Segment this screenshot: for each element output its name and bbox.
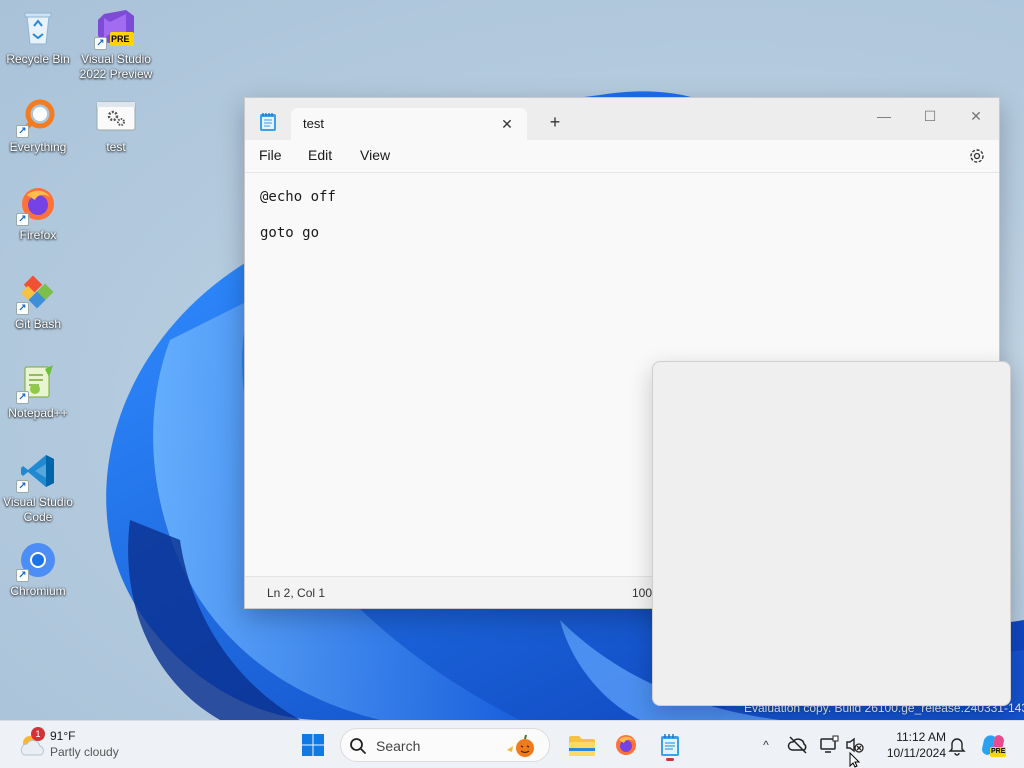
desktop-icon-label: Firefox [19,228,57,242]
weather-temperature: 91°F [50,729,76,743]
shortcut-arrow-icon: ↗ [16,480,29,493]
gear-icon[interactable] [967,146,987,166]
everything-search-icon: ↗ [16,96,58,138]
notepad-plus-plus-icon: ↗ [16,362,58,404]
editor-line: @echo off [260,189,336,205]
desktop-icon-label: Recycle Bin [6,52,70,66]
shortcut-arrow-icon: ↗ [16,125,29,138]
shortcut-arrow-icon: ↗ [16,569,29,582]
firefox-icon: ↗ [16,184,58,226]
copilot-icon[interactable]: PRE [980,732,1006,758]
maximize-button[interactable]: ☐ [907,102,953,130]
tab-title: test [303,116,324,131]
desktop-icon-firefox[interactable]: ↗ Firefox [0,184,76,243]
editor-line: goto go [260,225,320,241]
close-button[interactable]: ✕ [953,102,999,130]
network-icon[interactable] [818,734,840,756]
weather-alert-badge: 1 [31,727,45,741]
desktop-icon-label: Notepad++ [8,406,68,420]
close-tab-icon[interactable]: ✕ [497,114,517,134]
windows-logo-icon [302,734,324,756]
minimize-button[interactable]: — [861,102,907,130]
clock[interactable]: 11:12 AM 10/11/2024 [872,729,946,761]
desktop-icon-everything[interactable]: ↗ Everything [0,96,76,155]
desktop-icon-notepad-plus-plus[interactable]: ↗ Notepad++ [0,362,76,421]
mouse-pointer-icon [849,752,861,768]
shortcut-arrow-icon: ↗ [16,213,29,226]
onedrive-offline-icon[interactable] [787,734,809,756]
desktop-icon-chromium[interactable]: ↗ Chromium [0,540,76,599]
firefox-taskbar-button[interactable] [608,727,644,763]
menu-edit[interactable]: Edit [302,147,338,163]
desktop-icon-label: Visual Studio 2022 Preview [79,52,153,81]
visual-studio-preview-icon: PRE ↗ [94,8,136,50]
notepad-icon [661,734,679,756]
clock-date: 10/11/2024 [886,746,946,760]
preview-badge: PRE [111,34,130,44]
menu-bar: File Edit View [245,140,999,172]
weather-widget[interactable]: 1 91°F Partly cloudy [14,727,144,763]
halloween-pumpkin-icon [507,734,534,757]
start-button[interactable] [295,727,331,763]
desktop-icon-visual-studio-2022-preview[interactable]: PRE ↗ Visual Studio 2022 Preview [78,8,154,82]
flyout-panel[interactable] [652,361,1011,706]
running-indicator [666,758,674,761]
copilot-preview-badge: PRE [991,748,1006,755]
shortcut-arrow-icon: ↗ [16,391,29,404]
git-bash-icon: ↗ [16,273,58,315]
search-placeholder: Search [376,738,421,754]
desktop-icon-test[interactable]: test [78,96,154,155]
notepad-taskbar-button[interactable] [652,727,688,763]
desktop-icon-recycle-bin[interactable]: Recycle Bin [0,8,76,67]
vscode-icon: ↗ [16,451,58,493]
search-icon [350,738,366,754]
bell-icon[interactable] [946,734,968,756]
batch-file-icon [96,96,136,136]
title-bar[interactable]: test ✕ + — ☐ ✕ [245,98,999,140]
shortcut-arrow-icon: ↗ [94,37,107,50]
folder-icon [569,736,595,756]
menu-file[interactable]: File [253,147,288,163]
show-hidden-icons-button[interactable]: ^ [756,735,776,755]
desktop-icon-label: test [106,140,126,154]
file-explorer-button[interactable] [564,727,600,763]
recycle-bin-icon [18,8,58,48]
firefox-icon [616,735,636,755]
cursor-position: Ln 2, Col 1 [267,586,326,600]
chromium-icon: ↗ [16,540,58,582]
tab-test[interactable]: test ✕ [291,108,527,140]
desktop-icon-git-bash[interactable]: ↗ Git Bash [0,273,76,332]
desktop-icon-visual-studio-code[interactable]: ↗ Visual Studio Code [0,451,76,525]
menu-view[interactable]: View [354,147,396,163]
taskbar-search[interactable]: Search [340,728,550,762]
desktop-icon-label: Git Bash [14,317,62,331]
notepad-app-icon [259,112,277,132]
shortcut-arrow-icon: ↗ [16,302,29,315]
desktop-icon-label: Chromium [10,584,66,598]
desktop-icon-label: Visual Studio Code [3,495,73,524]
new-tab-button[interactable]: + [545,113,565,133]
desktop-icon-label: Everything [9,140,67,154]
weather-description: Partly cloudy [50,745,119,759]
taskbar: 1 91°F Partly cloudy Search ^ 11:12 AM 1… [0,720,1024,768]
clock-time: 11:12 AM [896,730,946,744]
